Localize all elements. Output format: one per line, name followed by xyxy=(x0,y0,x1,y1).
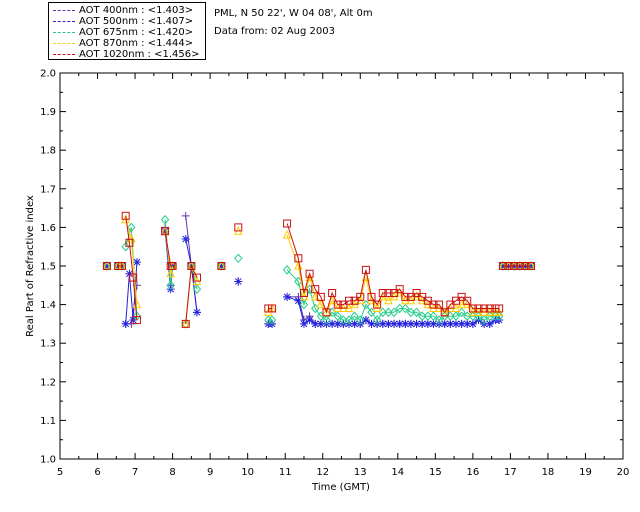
y-tick-label: 1.3 xyxy=(40,339,56,350)
data-point xyxy=(283,292,292,301)
legend-label-500nm: AOT 500nm : <1.407> xyxy=(79,16,194,27)
legend-label-870nm: AOT 870nm : <1.444> xyxy=(79,38,194,49)
y-tick-label: 1.4 xyxy=(40,300,56,311)
date-info: Data from: 02 Aug 2003 xyxy=(214,26,335,37)
plot-frame xyxy=(59,72,624,460)
legend-label-1020nm: AOT 1020nm : <1.456> xyxy=(79,49,200,60)
legend-item-1020nm: AOT 1020nm : <1.456> xyxy=(53,49,199,61)
y-tick-label: 1.1 xyxy=(40,416,56,427)
x-tick-label: 17 xyxy=(504,467,517,478)
y-tick-label: 1.8 xyxy=(40,146,56,157)
legend: AOT 400nm : <1.403> AOT 500nm : <1.407> … xyxy=(48,2,206,60)
data-point xyxy=(234,253,243,264)
legend-swatch-500nm xyxy=(53,20,75,22)
x-tick-label: 10 xyxy=(241,467,254,478)
x-tick-label: 8 xyxy=(169,467,175,478)
data-point xyxy=(121,319,130,328)
y-tick-label: 1.7 xyxy=(40,184,56,195)
legend-swatch-400nm xyxy=(53,9,75,11)
x-tick-label: 11 xyxy=(279,467,292,478)
data-point xyxy=(192,308,201,317)
x-tick-label: 13 xyxy=(354,467,367,478)
y-tick-label: 1.0 xyxy=(40,455,56,466)
refractive-index-chart: 5 6 7 8 9 10 11 12 13 14 15 16 17 18 19 20 1.0 1.1 1.2 1.3 1… xyxy=(25,69,630,494)
x-tick-label: 16 xyxy=(466,467,479,478)
data-point xyxy=(181,211,190,220)
legend-label-400nm: AOT 400nm : <1.403> xyxy=(79,5,194,16)
legend-swatch-1020nm xyxy=(53,53,75,55)
y-tick-label: 1.5 xyxy=(40,262,56,273)
x-tick-label: 12 xyxy=(316,467,329,478)
y-tick-label: 1.6 xyxy=(40,223,56,234)
y-tick-label: 1.9 xyxy=(40,107,56,118)
data-point xyxy=(361,316,370,325)
x-tick-label: 18 xyxy=(542,467,555,478)
x-tick-label: 6 xyxy=(94,467,100,478)
legend-label-675nm: AOT 675nm : <1.420> xyxy=(79,27,194,38)
data-point xyxy=(234,277,243,286)
legend-swatch-675nm xyxy=(53,31,75,33)
x-tick-label: 15 xyxy=(429,467,442,478)
data-point xyxy=(468,319,477,328)
x-tick-label: 9 xyxy=(207,467,213,478)
legend-swatch-870nm xyxy=(53,42,75,44)
data-point xyxy=(299,319,308,328)
data-point xyxy=(305,316,314,325)
x-axis-label: Time (GMT) xyxy=(311,482,370,493)
series-3 xyxy=(102,214,536,328)
x-tick-label: 14 xyxy=(391,467,404,478)
site-info: PML, N 50 22', W 04 08', Alt 0m xyxy=(214,8,373,19)
series-layer xyxy=(102,211,536,329)
data-point xyxy=(181,234,190,243)
y-tick-label: 2.0 xyxy=(40,69,56,80)
y-axis-label: Real Part of Refractive index xyxy=(25,195,36,337)
series-4 xyxy=(102,211,536,328)
x-tick-label: 20 xyxy=(617,467,630,478)
x-tick-label: 19 xyxy=(579,467,592,478)
y-tick-label: 1.2 xyxy=(40,377,56,388)
x-tick-label: 5 xyxy=(57,467,63,478)
series-line xyxy=(286,223,500,314)
x-tick-label: 7 xyxy=(132,467,138,478)
